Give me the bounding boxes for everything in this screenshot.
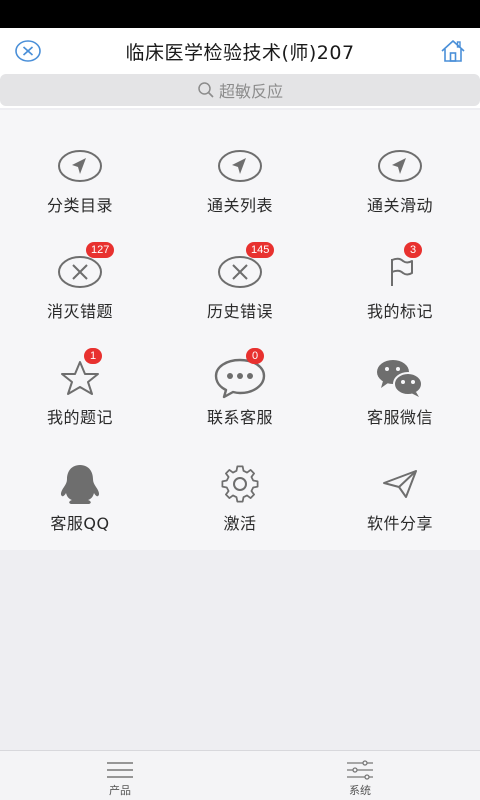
tab-products[interactable]: 产品 <box>0 751 240 800</box>
home-button[interactable] <box>440 38 466 64</box>
tab-system[interactable]: 系统 <box>240 751 480 800</box>
menu-item-label: 客服QQ <box>50 514 110 533</box>
close-button[interactable] <box>14 38 42 64</box>
menu-item-label: 软件分享 <box>366 514 433 533</box>
navigation-arrow-icon <box>218 150 262 182</box>
close-circle-icon <box>15 40 41 62</box>
menu-item-support-wechat[interactable]: 客服微信 <box>320 322 480 428</box>
search-area: 超敏反应 <box>0 74 480 108</box>
search-input[interactable]: 超敏反应 <box>0 74 480 106</box>
count-badge: 145 <box>246 242 275 258</box>
flag-icon <box>391 257 413 286</box>
gear-icon <box>221 465 259 503</box>
menu-item-contact-support[interactable]: 0 联系客服 <box>160 322 320 428</box>
paper-plane-icon <box>383 470 417 498</box>
menu-item-activate[interactable]: 激活 <box>160 428 320 534</box>
status-bar <box>0 0 480 28</box>
menu-item-eliminate-wrong[interactable]: 127 消灭错题 <box>0 216 160 322</box>
menu-item-history-errors[interactable]: 145 历史错误 <box>160 216 320 322</box>
menu-item-label: 通关列表 <box>206 196 273 215</box>
menu-item-label: 通关滑动 <box>366 196 433 215</box>
menu-item-pass-list[interactable]: 通关列表 <box>160 110 320 216</box>
menu-item-label: 我的标记 <box>366 302 433 321</box>
page-title: 临床医学检验技术(师)207 <box>125 41 355 64</box>
home-icon <box>441 40 465 62</box>
menu-item-label: 消灭错题 <box>46 302 113 321</box>
tab-label: 产品 <box>109 784 131 797</box>
navigation-arrow-icon <box>58 150 102 182</box>
menu-item-my-notes[interactable]: 1 我的题记 <box>0 322 160 428</box>
menu-item-label: 我的题记 <box>46 408 113 427</box>
menu-item-share-app[interactable]: 软件分享 <box>320 428 480 534</box>
menu-item-category-list[interactable]: 分类目录 <box>0 110 160 216</box>
search-placeholder: 超敏反应 <box>218 82 283 101</box>
menu-item-label: 客服微信 <box>366 408 433 427</box>
bottom-tab-bar: 产品 系统 <box>0 750 480 800</box>
menu-item-label: 联系客服 <box>206 408 273 427</box>
tab-label: 系统 <box>349 784 371 797</box>
count-badge: 0 <box>246 348 264 364</box>
count-badge: 1 <box>84 348 102 364</box>
menu-item-my-marks[interactable]: 3 我的标记 <box>320 216 480 322</box>
x-circle-icon <box>58 256 102 288</box>
menu-item-support-qq[interactable]: 客服QQ <box>0 428 160 534</box>
wechat-icon <box>377 360 423 397</box>
menu-item-label: 历史错误 <box>206 302 273 321</box>
search-icon <box>198 82 214 98</box>
star-icon <box>61 361 99 395</box>
menu-grid: 分类目录 通关列表 通关滑动 127 消灭错题 145 历史错误 3 我的标记 … <box>0 110 480 550</box>
menu-lines-icon <box>107 762 133 778</box>
qq-penguin-icon <box>60 465 100 504</box>
count-badge: 3 <box>404 242 422 258</box>
sliders-icon <box>347 760 373 780</box>
navigation-arrow-icon <box>378 150 422 182</box>
menu-item-label: 激活 <box>223 514 257 533</box>
menu-item-label: 分类目录 <box>46 196 113 215</box>
menu-item-pass-slide[interactable]: 通关滑动 <box>320 110 480 216</box>
header: 临床医学检验技术(师)207 <box>0 28 480 74</box>
x-circle-icon <box>218 256 262 288</box>
count-badge: 127 <box>86 242 115 258</box>
